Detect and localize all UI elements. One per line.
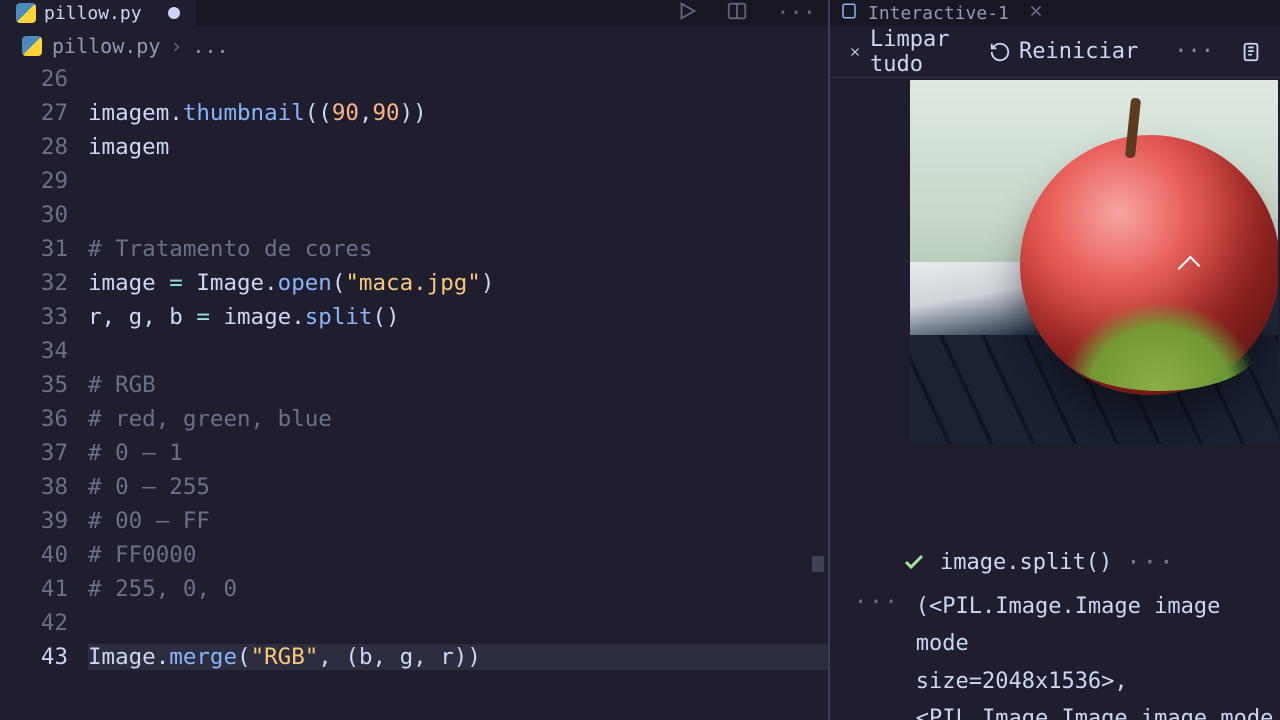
code-line[interactable]: 31# Tratamento de cores bbox=[0, 236, 828, 270]
code-content[interactable]: # Tratamento de cores bbox=[88, 236, 828, 262]
breadcrumb[interactable]: pillow.py › ... bbox=[0, 26, 828, 66]
code-content[interactable]: # 255, 0, 0 bbox=[88, 576, 828, 602]
minimap-scroll-thumb[interactable] bbox=[812, 556, 824, 572]
editor-pane: pillow.py ··· pillow.py › ... bbox=[0, 0, 830, 720]
tab-dirty-indicator[interactable] bbox=[168, 7, 180, 19]
code-line[interactable]: 28imagem bbox=[0, 134, 828, 168]
line-number: 32 bbox=[0, 270, 88, 296]
code-line[interactable]: 29 bbox=[0, 168, 828, 202]
code-line[interactable]: 32image = Image.open("maca.jpg") bbox=[0, 270, 828, 304]
cell-header[interactable]: image.split() ··· bbox=[902, 548, 1280, 576]
code-line[interactable]: 39# 00 – FF bbox=[0, 508, 828, 542]
code-line[interactable]: 26 bbox=[0, 66, 828, 100]
code-line[interactable]: 30 bbox=[0, 202, 828, 236]
code-line[interactable]: 36# red, green, blue bbox=[0, 406, 828, 440]
editor-tab-strip: pillow.py ··· bbox=[0, 0, 828, 26]
run-icon[interactable] bbox=[676, 0, 698, 26]
code-content[interactable]: imagem.thumbnail((90,90)) bbox=[88, 100, 828, 126]
cell-ellipsis: ··· bbox=[1126, 548, 1175, 576]
more-icon[interactable]: ··· bbox=[776, 1, 816, 26]
code-editor[interactable]: 2627imagem.thumbnail((90,90))28imagem293… bbox=[0, 66, 828, 720]
cell-output-text: (<PIL.Image.Image image modesize=2048x15… bbox=[916, 588, 1280, 720]
editor-tab-pillow[interactable]: pillow.py bbox=[0, 0, 196, 26]
code-line[interactable]: 42 bbox=[0, 610, 828, 644]
breadcrumb-separator: › bbox=[170, 34, 182, 58]
output-marker: ··· bbox=[854, 588, 900, 720]
line-number: 27 bbox=[0, 100, 88, 126]
code-line[interactable]: 38# 0 – 255 bbox=[0, 474, 828, 508]
interactive-body: image.split() ··· ··· (<PIL.Image.Image … bbox=[830, 78, 1280, 720]
code-content[interactable]: imagem bbox=[88, 134, 828, 160]
line-number: 40 bbox=[0, 542, 88, 568]
split-editor-icon[interactable] bbox=[726, 0, 748, 26]
code-content[interactable]: # 0 – 255 bbox=[88, 474, 828, 500]
code-content[interactable]: # 00 – FF bbox=[88, 508, 828, 534]
restart-button[interactable]: Reiniciar bbox=[981, 35, 1146, 68]
editor-tab-label: pillow.py bbox=[44, 3, 142, 24]
code-line[interactable]: 33r, g, b = image.split() bbox=[0, 304, 828, 338]
line-number: 42 bbox=[0, 610, 88, 636]
code-line[interactable]: 43Image.merge("RGB", (b, g, r)) bbox=[0, 644, 828, 678]
line-number: 37 bbox=[0, 440, 88, 466]
line-number: 26 bbox=[0, 66, 88, 92]
line-number: 31 bbox=[0, 236, 88, 262]
interactive-toolbar: Limpar tudo Reiniciar ··· bbox=[830, 26, 1280, 78]
line-number: 33 bbox=[0, 304, 88, 330]
code-line[interactable]: 35# RGB bbox=[0, 372, 828, 406]
line-number: 30 bbox=[0, 202, 88, 228]
python-icon bbox=[22, 36, 42, 56]
restart-label: Reiniciar bbox=[1019, 39, 1138, 64]
output-image-apple bbox=[910, 80, 1278, 444]
line-number: 38 bbox=[0, 474, 88, 500]
breadcrumb-rest: ... bbox=[192, 34, 228, 58]
more-icon[interactable]: ··· bbox=[1166, 35, 1222, 68]
python-icon bbox=[16, 3, 36, 23]
line-number: 43 bbox=[0, 644, 88, 670]
mouse-cursor-icon bbox=[1182, 258, 1196, 276]
code-content[interactable]: # 0 – 1 bbox=[88, 440, 828, 466]
code-content[interactable]: # FF0000 bbox=[88, 542, 828, 568]
interactive-pane: Interactive-1 Limpar tudo Reiniciar ··· bbox=[830, 0, 1280, 720]
code-line[interactable]: 41# 255, 0, 0 bbox=[0, 576, 828, 610]
code-line[interactable]: 34 bbox=[0, 338, 828, 372]
code-content[interactable]: # RGB bbox=[88, 372, 828, 398]
line-number: 28 bbox=[0, 134, 88, 160]
close-icon[interactable] bbox=[1027, 2, 1045, 25]
interactive-file-icon bbox=[840, 2, 858, 25]
interactive-tab-label[interactable]: Interactive-1 bbox=[868, 3, 1009, 24]
cell-expression: image.split() bbox=[940, 550, 1112, 575]
line-number: 34 bbox=[0, 338, 88, 364]
code-content[interactable]: image = Image.open("maca.jpg") bbox=[88, 270, 828, 296]
line-number: 36 bbox=[0, 406, 88, 432]
code-content[interactable]: r, g, b = image.split() bbox=[88, 304, 828, 330]
line-number: 29 bbox=[0, 168, 88, 194]
line-number: 35 bbox=[0, 372, 88, 398]
check-icon bbox=[902, 550, 926, 574]
variables-icon[interactable] bbox=[1232, 37, 1270, 67]
cell-output: ··· (<PIL.Image.Image image modesize=204… bbox=[830, 588, 1280, 720]
clear-all-button[interactable]: Limpar tudo bbox=[840, 23, 971, 81]
breadcrumb-file: pillow.py bbox=[52, 34, 160, 58]
code-content[interactable]: # red, green, blue bbox=[88, 406, 828, 432]
code-line[interactable]: 40# FF0000 bbox=[0, 542, 828, 576]
line-number: 39 bbox=[0, 508, 88, 534]
clear-all-label: Limpar tudo bbox=[870, 27, 963, 77]
line-number: 41 bbox=[0, 576, 88, 602]
code-content[interactable]: Image.merge("RGB", (b, g, r)) bbox=[88, 644, 828, 670]
code-line[interactable]: 37# 0 – 1 bbox=[0, 440, 828, 474]
code-line[interactable]: 27imagem.thumbnail((90,90)) bbox=[0, 100, 828, 134]
